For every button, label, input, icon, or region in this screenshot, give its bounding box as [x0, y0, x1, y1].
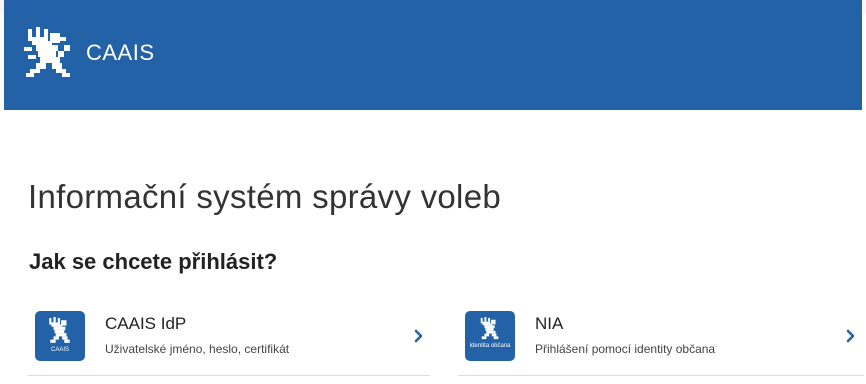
login-option-description: Uživatelské jméno, heslo, certifikát	[105, 342, 290, 356]
app-header: CAAIS	[4, 0, 862, 110]
czech-lion-icon[interactable]	[24, 27, 72, 79]
login-option-title: NIA	[535, 314, 564, 333]
page-title: Informační systém správy voleb	[28, 178, 501, 215]
login-prompt: Jak se chcete přihlásit?	[29, 249, 278, 274]
czech-lion-icon: Identita občana	[465, 311, 515, 361]
chevron-right-icon	[846, 329, 855, 343]
login-option-nia[interactable]: Identita občana NIA Přihlášení pomocí id…	[458, 300, 864, 376]
chevron-right-icon	[414, 329, 423, 343]
app-title: CAAIS	[86, 40, 155, 65]
czech-lion-icon: CAAIS	[35, 311, 85, 361]
login-option-title: CAAIS IdP	[105, 314, 187, 333]
login-option-description: Přihlášení pomocí identity občana	[535, 342, 716, 356]
icon-label: Identita občana	[469, 343, 511, 349]
icon-label: CAAIS	[50, 347, 69, 353]
login-option-caais-idp[interactable]: CAAIS CAAIS IdP Uživatelské jméno, heslo…	[28, 300, 430, 376]
